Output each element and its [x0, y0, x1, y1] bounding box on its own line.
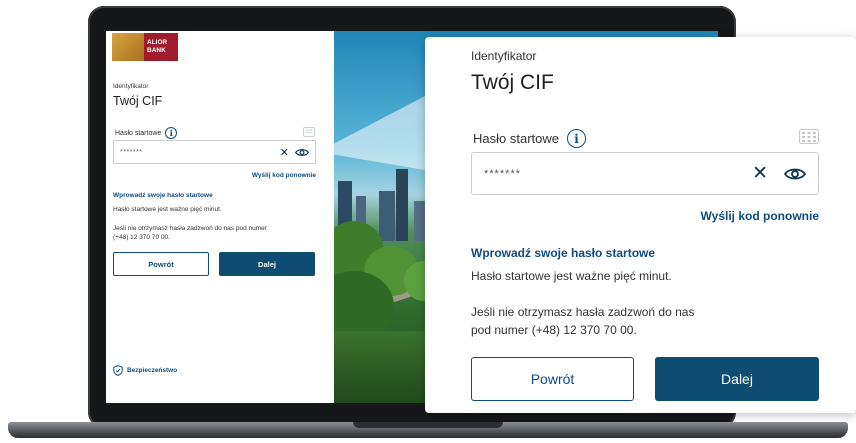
password-label: Hasło startowe — [115, 129, 162, 137]
security-link-label: Bezpieczeństwo — [127, 367, 178, 374]
instruction-heading-zoom: Wprowadź swoje hasło startowe — [471, 246, 656, 260]
zoomed-login-card: Identyfikator Twój CIF Hasło startowe i … — [425, 37, 856, 413]
login-form-panel: ALIOR BANK Identyfikator Twój CIF Hasło … — [106, 31, 334, 403]
password-input-zoom[interactable]: ******* ✕ — [471, 152, 819, 195]
resend-code-link[interactable]: Wyślij kod ponownie — [106, 172, 316, 179]
validity-text-zoom: Hasło startowe jest ważne pięć minut. — [471, 269, 672, 283]
building — [379, 191, 395, 241]
keypad-icon[interactable] — [303, 127, 315, 137]
close-icon[interactable]: ✕ — [280, 146, 289, 159]
eye-icon[interactable] — [295, 148, 309, 157]
back-button[interactable]: Powrót — [113, 252, 209, 276]
security-link[interactable]: Bezpieczeństwo — [113, 365, 177, 376]
next-button-zoom[interactable]: Dalej — [655, 357, 819, 401]
eye-icon[interactable] — [784, 167, 806, 181]
resend-code-link-zoom[interactable]: Wyślij kod ponownie — [701, 209, 819, 223]
password-label-row: Hasło startowe i — [115, 127, 178, 139]
id-value: Twój CIF — [113, 94, 163, 108]
password-input[interactable]: ******* ✕ — [113, 140, 316, 164]
password-label-zoom: Hasło startowe — [473, 131, 559, 146]
logo-line2: BANK — [147, 47, 166, 54]
zoom-connector — [318, 96, 425, 170]
alior-bank-logo: ALIOR BANK — [112, 33, 178, 61]
back-button-zoom[interactable]: Powrót — [471, 357, 634, 401]
password-label-row-zoom: Hasło startowe i — [473, 129, 586, 148]
laptop-notch — [353, 422, 503, 428]
shield-icon — [113, 365, 123, 376]
info-icon[interactable]: i — [566, 129, 586, 148]
id-label-zoom: Identyfikator — [471, 49, 537, 63]
id-label: Identyfikator — [113, 83, 149, 90]
keypad-icon[interactable] — [799, 129, 819, 146]
logo-line1: ALIOR — [147, 39, 168, 46]
instruction-heading: Wprowadź swoje hasło startowe — [113, 192, 213, 199]
password-input-value-zoom: ******* — [484, 167, 521, 180]
help-text: Jeśli nie otrzymasz hasła zadzwoń do nas… — [113, 225, 267, 241]
help-text-zoom: Jeśli nie otrzymasz hasła zadzwoń do nas… — [471, 305, 695, 337]
lion-logo-icon — [112, 33, 144, 61]
next-button[interactable]: Dalej — [219, 252, 315, 276]
info-icon[interactable]: i — [165, 127, 178, 139]
validity-text: Hasło startowe jest ważne pięć minut. — [113, 206, 222, 213]
password-input-value: ******* — [120, 148, 143, 156]
close-icon[interactable]: ✕ — [752, 164, 768, 183]
id-value-zoom: Twój CIF — [471, 71, 554, 94]
